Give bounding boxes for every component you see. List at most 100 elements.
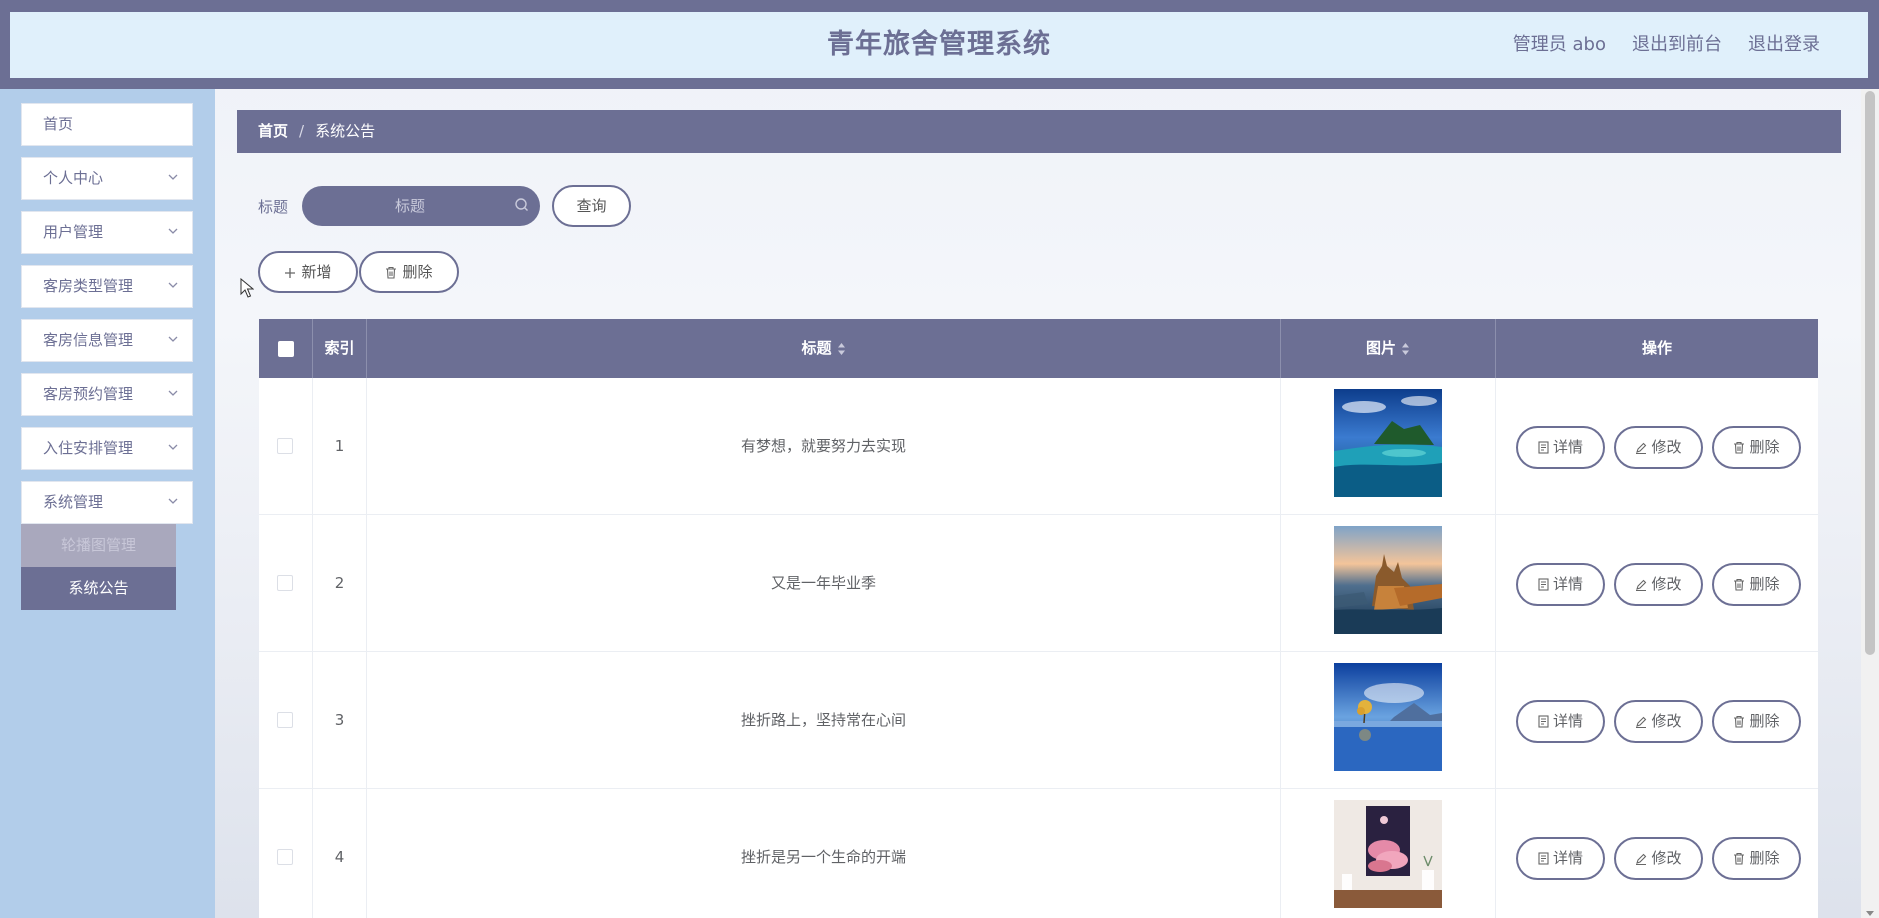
- add-button[interactable]: 新增: [258, 251, 358, 293]
- trash-icon: [385, 266, 397, 279]
- delete-button-label: 删除: [1749, 438, 1780, 456]
- detail-button-label: 详情: [1552, 849, 1583, 867]
- pink-clouds-poster-image[interactable]: [1334, 800, 1442, 908]
- sidebar-item-system-management[interactable]: 系统管理: [21, 481, 193, 524]
- header: 青年旅舍管理系统 管理员 abo 退出到前台 退出登录: [10, 12, 1868, 78]
- sidebar-subitem-system-notice[interactable]: 系统公告: [21, 567, 176, 610]
- row-image-cell: [1281, 515, 1496, 652]
- detail-button[interactable]: 详情: [1516, 837, 1605, 880]
- row-title: 挫折是另一个生命的开端: [367, 789, 1281, 918]
- document-icon: [1538, 852, 1549, 865]
- row-checkbox[interactable]: [277, 438, 293, 454]
- delete-button[interactable]: 删除: [1712, 700, 1801, 743]
- row-actions-cell: 详情 修改 删除: [1496, 789, 1818, 918]
- sidebar-item-label: 客房类型管理: [43, 277, 134, 295]
- search-box: [302, 186, 540, 226]
- bulk-delete-button[interactable]: 删除: [359, 251, 459, 293]
- bulk-delete-button-label: 删除: [402, 263, 433, 281]
- sidebar: 首页 个人中心 用户管理 客房类型管理 客房信息管理 客房预约管理 入住安排管理…: [0, 89, 215, 918]
- sidebar-item-label: 用户管理: [43, 223, 104, 241]
- row-image-cell: [1281, 378, 1496, 515]
- sidebar-item-room-type-management[interactable]: 客房类型管理: [21, 265, 193, 308]
- trash-icon: [1733, 578, 1745, 591]
- document-icon: [1538, 441, 1549, 454]
- select-all-checkbox[interactable]: [278, 341, 294, 357]
- sort-icon[interactable]: [837, 342, 846, 356]
- sidebar-item-label: 客房预约管理: [43, 385, 134, 403]
- search-label: 标题: [258, 198, 289, 216]
- castle-lake-sunset-image[interactable]: [1334, 526, 1442, 634]
- sidebar-item-user-management[interactable]: 用户管理: [21, 211, 193, 254]
- sidebar-item-label: 客房信息管理: [43, 331, 134, 349]
- detail-button-label: 详情: [1552, 575, 1583, 593]
- edit-button-label: 修改: [1651, 712, 1682, 730]
- row-checkbox[interactable]: [277, 849, 293, 865]
- document-icon: [1538, 578, 1549, 591]
- delete-button[interactable]: 删除: [1712, 837, 1801, 880]
- row-index: 1: [313, 378, 367, 515]
- row-title: 有梦想，就要努力去实现: [367, 378, 1281, 515]
- row-image-cell: [1281, 652, 1496, 789]
- edit-button[interactable]: 修改: [1614, 837, 1703, 880]
- delete-button-label: 删除: [1749, 712, 1780, 730]
- edit-button[interactable]: 修改: [1614, 426, 1703, 469]
- chevron-down-icon: [166, 266, 180, 307]
- sidebar-item-room-booking-management[interactable]: 客房预约管理: [21, 373, 193, 416]
- header-select-cell: [259, 319, 313, 378]
- table-row: 2 又是一年毕业季 详情 修改 删除: [259, 515, 1818, 652]
- query-button[interactable]: 查询: [552, 185, 631, 227]
- document-icon: [1538, 715, 1549, 728]
- column-header-index: 索引: [313, 319, 367, 378]
- sidebar-item-home[interactable]: 首页: [21, 103, 193, 146]
- edit-button[interactable]: 修改: [1614, 563, 1703, 606]
- delete-button[interactable]: 删除: [1712, 563, 1801, 606]
- column-header-title[interactable]: 标题: [367, 319, 1281, 378]
- edit-button-label: 修改: [1651, 849, 1682, 867]
- detail-button[interactable]: 详情: [1516, 700, 1605, 743]
- delete-button-label: 删除: [1749, 849, 1780, 867]
- delete-button[interactable]: 删除: [1712, 426, 1801, 469]
- breadcrumb-separator: /: [299, 122, 305, 140]
- scrollbar-thumb[interactable]: [1865, 91, 1875, 655]
- admin-name: 管理员 abo: [1512, 34, 1606, 55]
- page-scrollbar[interactable]: [1861, 89, 1879, 918]
- add-button-label: 新增: [301, 263, 332, 281]
- row-index: 2: [313, 515, 367, 652]
- edit-pen-icon: [1635, 579, 1647, 591]
- edit-button[interactable]: 修改: [1614, 700, 1703, 743]
- detail-button[interactable]: 详情: [1516, 426, 1605, 469]
- sort-icon[interactable]: [1401, 342, 1410, 356]
- sidebar-item-personal-center[interactable]: 个人中心: [21, 157, 193, 200]
- logout-link[interactable]: 退出登录: [1748, 12, 1820, 78]
- row-select-cell: [259, 515, 313, 652]
- island-lagoon-image[interactable]: [1334, 389, 1442, 497]
- column-header-image[interactable]: 图片: [1281, 319, 1496, 378]
- search-input[interactable]: [302, 186, 512, 226]
- breadcrumb-home[interactable]: 首页: [258, 122, 288, 140]
- row-index: 3: [313, 652, 367, 789]
- sidebar-item-room-info-management[interactable]: 客房信息管理: [21, 319, 193, 362]
- row-checkbox[interactable]: [277, 575, 293, 591]
- header-actions: 管理员 abo 退出到前台 退出登录: [1513, 12, 1820, 78]
- row-checkbox[interactable]: [277, 712, 293, 728]
- detail-button[interactable]: 详情: [1516, 563, 1605, 606]
- lone-tree-lake-image[interactable]: [1334, 663, 1442, 771]
- row-actions-cell: 详情 修改 删除: [1496, 515, 1818, 652]
- detail-button-label: 详情: [1552, 712, 1583, 730]
- exit-to-frontend-link[interactable]: 退出到前台: [1632, 12, 1722, 78]
- chevron-down-icon: [166, 428, 180, 469]
- edit-pen-icon: [1635, 853, 1647, 865]
- table-row: 4 挫折是另一个生命的开端 详情 修改 删除: [259, 789, 1818, 918]
- chevron-down-icon: [166, 482, 180, 523]
- sidebar-item-checkin-management[interactable]: 入住安排管理: [21, 427, 193, 470]
- sidebar-item-label: 首页: [43, 115, 74, 133]
- scroll-down-arrow-icon[interactable]: [1866, 911, 1874, 916]
- breadcrumb-current: 系统公告: [315, 122, 376, 140]
- row-title: 又是一年毕业季: [367, 515, 1281, 652]
- mouse-pointer-icon: [240, 278, 254, 298]
- row-image-cell: [1281, 789, 1496, 918]
- search-icon[interactable]: [514, 197, 530, 217]
- edit-pen-icon: [1635, 716, 1647, 728]
- sidebar-subitem-carousel-management[interactable]: 轮播图管理: [21, 524, 176, 567]
- notice-table: 索引 标题 图片 操作 1 有梦想，就要努力去实现 详情 修改 删除 2 又是一…: [259, 319, 1818, 918]
